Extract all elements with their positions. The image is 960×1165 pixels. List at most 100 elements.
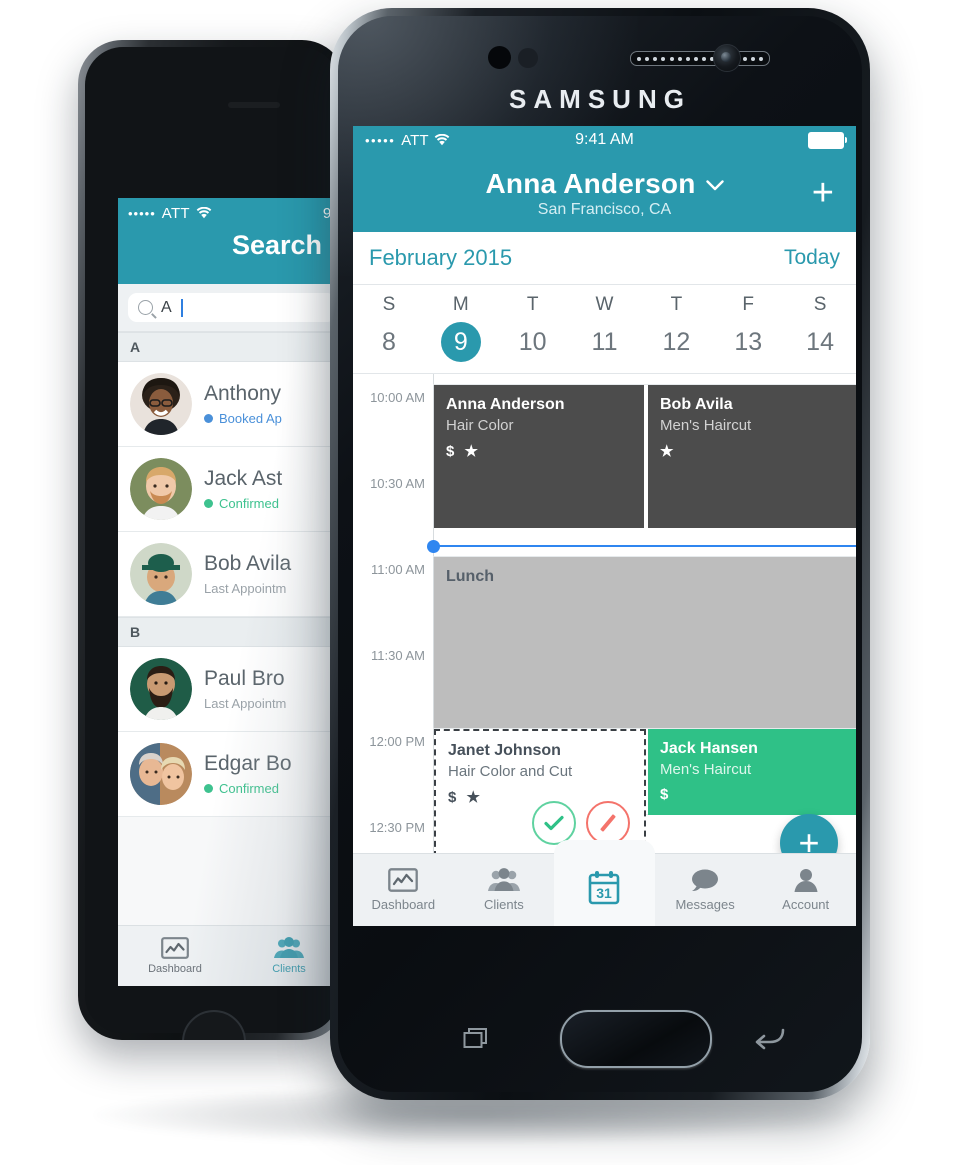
tab-messages-label: Messages <box>675 897 735 912</box>
client-status-row: Confirmed <box>204 781 292 796</box>
page-title: Anna Anderson <box>485 167 696 199</box>
recent-apps-button[interactable] <box>463 1026 493 1050</box>
status-dot <box>204 414 213 424</box>
list-item[interactable]: Paul Bro Last Appointm <box>118 647 346 732</box>
status-bar: ••••• ATT 9:41 AM <box>353 126 856 154</box>
dashboard-chart-icon <box>161 937 189 959</box>
iphone-screen: ••••• ATT 9: Search A A <box>118 198 346 986</box>
list-item-text: Paul Bro Last Appointm <box>204 667 286 711</box>
tab-dashboard[interactable]: Dashboard <box>353 854 454 926</box>
bottom-tab-bar: Dashboard Clients 31 Messages Account <box>353 840 856 926</box>
calendar-31-icon: 31 <box>584 868 624 908</box>
week-day-cell[interactable]: T 12 <box>640 285 712 373</box>
text-caret <box>180 298 183 317</box>
now-time-indicator <box>433 545 856 547</box>
account-person-icon <box>793 868 819 892</box>
tab-account[interactable]: Account <box>755 854 856 926</box>
appointment-service: Hair Color and Cut <box>448 763 573 780</box>
tab-clients[interactable]: Clients <box>232 926 346 986</box>
list-item[interactable]: Jack Ast Confirmed <box>118 447 346 532</box>
day-number: 11 <box>591 328 618 356</box>
list-item-text: Bob Avila Last Appointm <box>204 552 291 596</box>
client-status-row: Last Appointm <box>204 696 286 711</box>
tab-clients[interactable]: Clients <box>454 854 555 926</box>
week-day-cell[interactable]: S 14 <box>784 285 856 373</box>
carrier-label: ATT <box>161 204 190 222</box>
tab-clients-label: Clients <box>484 897 524 912</box>
today-button[interactable]: Today <box>784 246 840 270</box>
appointment-service: Hair Color <box>446 417 514 434</box>
list-item-text: Jack Ast Confirmed <box>204 467 282 511</box>
day-name: S <box>382 294 396 315</box>
wifi-icon <box>196 207 212 219</box>
day-name: S <box>813 294 827 315</box>
day-number: 8 <box>381 328 396 356</box>
pencil-icon[interactable] <box>586 801 630 845</box>
week-day-cell[interactable]: F 13 <box>712 285 784 373</box>
status-dot <box>204 784 213 794</box>
time-label: 11:00 AM <box>371 562 425 577</box>
client-status-row: Confirmed <box>204 496 282 511</box>
tab-messages[interactable]: Messages <box>655 854 756 926</box>
appointment-block-selected[interactable]: Janet Johnson Hair Color and Cut $ ★ <box>434 729 646 857</box>
week-day-cell[interactable]: W 11 <box>569 285 641 373</box>
list-item[interactable]: Anthony Booked Ap <box>118 362 346 447</box>
search-icon <box>138 300 153 315</box>
appointment-badges: $ ★ <box>446 442 481 460</box>
tab-dashboard[interactable]: Dashboard <box>118 926 232 986</box>
day-name: W <box>595 294 614 315</box>
samsung-glass: SAMSUNG ••••• ATT 9:41 AM Anna Anderson <box>338 16 862 1092</box>
appointment-badges: $ <box>660 785 672 803</box>
day-name: T <box>526 294 539 315</box>
appointment-block[interactable]: Bob Avila Men's Haircut ★ <box>648 385 856 528</box>
appointment-block[interactable]: Anna Anderson Hair Color $ ★ <box>434 385 646 528</box>
blocked-time-block[interactable]: Lunch <box>434 557 856 728</box>
tab-dashboard-label: Dashboard <box>148 963 202 975</box>
tab-account-label: Account <box>782 897 830 912</box>
week-day-cell[interactable]: T 10 <box>497 285 569 373</box>
avatar <box>130 373 192 435</box>
check-icon[interactable] <box>532 801 576 845</box>
home-button[interactable] <box>560 1010 712 1068</box>
client-name: Edgar Bo <box>204 751 292 775</box>
search-input[interactable]: A <box>128 293 336 322</box>
clients-people-icon <box>274 937 304 959</box>
agenda-grid[interactable]: 10:00 AM 10:30 AM 11:00 AM 11:30 AM 12:0… <box>353 374 856 911</box>
tab-dashboard-label: Dashboard <box>371 897 436 912</box>
week-strip: S 8 M 9 T 10 W 11 T 12 F 13 S 14 <box>353 285 856 373</box>
iphone-device: ••••• ATT 9: Search A A <box>78 40 346 1040</box>
time-label: 12:00 PM <box>369 734 425 749</box>
appointment-badges: ★ <box>660 442 677 460</box>
back-button[interactable] <box>753 1026 785 1050</box>
screenshot-stage: ••••• ATT 9: Search A A <box>0 0 960 1165</box>
client-name: Anthony <box>204 381 282 405</box>
list-item[interactable]: Bob Avila Last Appointm <box>118 532 346 617</box>
light-sensor-icon <box>518 48 538 68</box>
time-label: 10:30 AM <box>370 476 425 491</box>
appointment-service: Men's Haircut <box>660 417 752 434</box>
dashboard-chart-icon <box>388 868 419 892</box>
client-name: Paul Bro <box>204 666 285 690</box>
samsung-screen: ••••• ATT 9:41 AM Anna Anderson San Fran… <box>353 126 856 926</box>
tab-calendar[interactable]: 31 <box>554 840 655 926</box>
appointment-block[interactable]: Jack Hansen Men's Haircut $ <box>648 729 856 815</box>
status-text: Last Appointm <box>204 696 287 712</box>
iphone-earpiece <box>228 102 280 108</box>
message-bubble-icon <box>690 868 720 892</box>
appointment-client: Jack Hansen <box>660 740 758 757</box>
front-camera-icon <box>713 44 741 72</box>
list-item-text: Anthony Booked Ap <box>204 382 282 426</box>
week-day-cell-selected[interactable]: M 9 <box>425 285 497 373</box>
left-tab-bar: Dashboard Clients <box>118 925 346 986</box>
list-item[interactable]: Edgar Bo Confirmed <box>118 732 346 817</box>
client-name: Jack Ast <box>204 466 283 490</box>
stylist-selector[interactable]: Anna Anderson <box>485 167 724 200</box>
add-appointment-button[interactable]: + <box>812 174 834 212</box>
chevron-down-icon <box>705 180 724 191</box>
brand-logo: SAMSUNG <box>509 84 691 114</box>
week-day-cell[interactable]: S 8 <box>353 285 425 373</box>
avatar <box>130 543 192 605</box>
month-label[interactable]: February 2015 <box>369 245 512 271</box>
appointment-service: Men's Haircut <box>660 761 752 778</box>
client-name: Bob Avila <box>204 551 292 575</box>
